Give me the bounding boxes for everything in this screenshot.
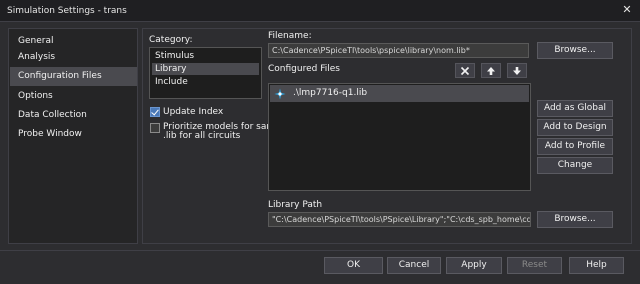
cancel-button[interactable]: Cancel — [387, 257, 441, 274]
reset-button: Reset — [507, 257, 562, 274]
filename-input[interactable]: C:\Cadence\PSpiceTI\tools\pspice\library… — [268, 43, 529, 58]
category-label: Category: — [149, 35, 193, 45]
window-title: Simulation Settings - trans — [7, 6, 127, 16]
add-as-global-button[interactable]: Add as Global — [537, 100, 613, 117]
ok-button[interactable]: OK — [324, 257, 383, 274]
category-item-include[interactable]: Include — [152, 76, 259, 88]
settings-nav: General Analysis Configuration Files Opt… — [8, 28, 138, 244]
configured-file-row[interactable]: .\lmp7716-q1.lib — [270, 85, 529, 102]
nav-item-options[interactable]: Options — [10, 87, 137, 106]
arrow-up-icon[interactable] — [481, 63, 501, 78]
filename-label: Filename: — [268, 31, 312, 41]
change-button[interactable]: Change — [537, 157, 613, 174]
prioritize-models-label-line2: .lib for all circuits — [163, 131, 241, 141]
library-file-icon — [274, 88, 286, 100]
close-icon[interactable]: ✕ — [620, 3, 634, 17]
add-to-profile-button[interactable]: Add to Profile — [537, 138, 613, 155]
nav-item-analysis[interactable]: Analysis — [10, 48, 137, 67]
footer-separator — [0, 250, 640, 251]
arrow-down-icon[interactable] — [507, 63, 527, 78]
configured-file-name: .\lmp7716-q1.lib — [293, 88, 368, 98]
library-path-input[interactable]: "C:\Cadence\PSpiceTI\tools\PSpice\Librar… — [268, 212, 531, 227]
help-button[interactable]: Help — [569, 257, 624, 274]
category-item-library[interactable]: Library — [152, 63, 259, 75]
nav-item-data-collection[interactable]: Data Collection — [10, 106, 137, 125]
title-bar: Simulation Settings - trans ✕ — [0, 0, 640, 22]
update-index-label: Update Index — [163, 107, 224, 117]
apply-button[interactable]: Apply — [446, 257, 502, 274]
category-item-stimulus[interactable]: Stimulus — [152, 50, 259, 62]
nav-item-probe-window[interactable]: Probe Window — [10, 125, 137, 144]
library-path-label: Library Path — [268, 200, 323, 210]
category-list[interactable]: Stimulus Library Include — [149, 47, 262, 99]
configured-files-label: Configured Files — [268, 64, 340, 74]
delete-icon[interactable] — [455, 63, 475, 78]
add-to-design-button[interactable]: Add to Design — [537, 119, 613, 136]
update-index-checkbox[interactable] — [150, 107, 160, 117]
nav-item-configuration-files[interactable]: Configuration Files — [10, 67, 137, 86]
filename-browse-button[interactable]: Browse... — [537, 42, 613, 59]
library-path-browse-button[interactable]: Browse... — [537, 211, 613, 228]
prioritize-models-checkbox[interactable] — [150, 123, 160, 133]
